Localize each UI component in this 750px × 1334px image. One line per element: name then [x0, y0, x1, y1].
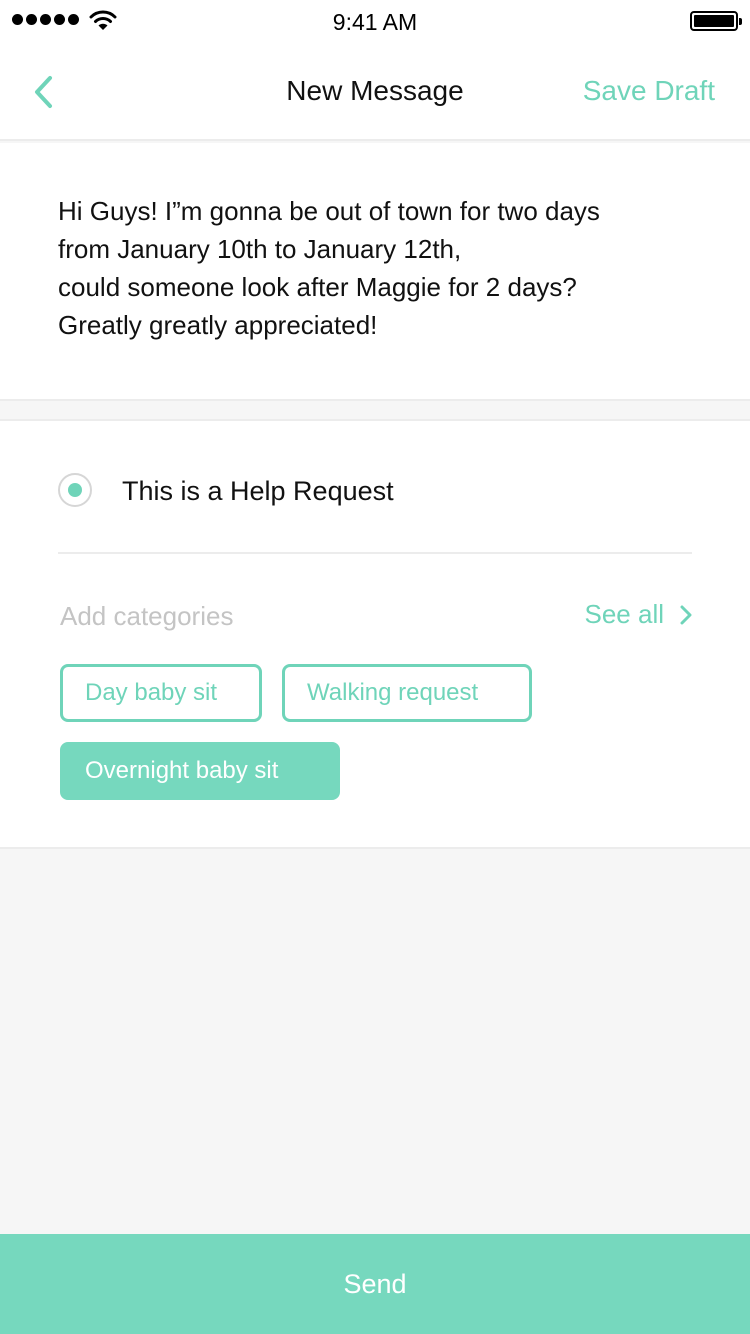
chip-label: Walking request: [307, 679, 479, 706]
nav-bar: New Message Save Draft: [0, 40, 750, 141]
add-categories-label: Add categories: [60, 601, 234, 631]
message-line: could someone look after Maggie for 2 da…: [58, 272, 577, 302]
radio-button[interactable]: [58, 473, 92, 507]
chevron-right-icon: [680, 605, 692, 624]
message-body[interactable]: Hi Guys! I”m gonna be out of town for tw…: [58, 192, 718, 344]
save-draft-button[interactable]: Save Draft: [583, 75, 715, 107]
help-request-label: This is a Help Request: [122, 476, 394, 506]
category-chip-overnight-baby-sit[interactable]: Overnight baby sit: [60, 742, 340, 800]
message-line: Greatly greatly appreciated!: [58, 310, 378, 340]
help-request-toggle[interactable]: This is a Help Request: [58, 471, 698, 511]
divider: [58, 552, 692, 554]
send-button[interactable]: Send: [0, 1234, 750, 1334]
options-card: This is a Help Request Add categories Se…: [0, 419, 750, 849]
category-chip-day-baby-sit[interactable]: Day baby sit: [60, 664, 262, 722]
send-label: Send: [343, 1268, 407, 1299]
chip-label: Overnight baby sit: [85, 757, 279, 784]
back-button[interactable]: [28, 70, 64, 114]
status-time: 9:41 AM: [332, 9, 418, 35]
message-line: from January 10th to January 12th,: [58, 234, 462, 264]
see-all-link[interactable]: See all: [585, 599, 693, 630]
chip-label: Day baby sit: [85, 679, 218, 706]
chevron-left-icon: [35, 76, 52, 108]
message-line: Hi Guys! I”m gonna be out of town for tw…: [58, 196, 600, 226]
battery-icon: [690, 11, 742, 31]
radio-selected-dot: [68, 483, 82, 497]
category-chip-walking-request[interactable]: Walking request: [282, 664, 532, 722]
see-all-label: See all: [584, 599, 665, 629]
message-card: Hi Guys! I”m gonna be out of town for tw…: [0, 143, 750, 401]
status-bar: 9:41 AM: [0, 0, 750, 40]
